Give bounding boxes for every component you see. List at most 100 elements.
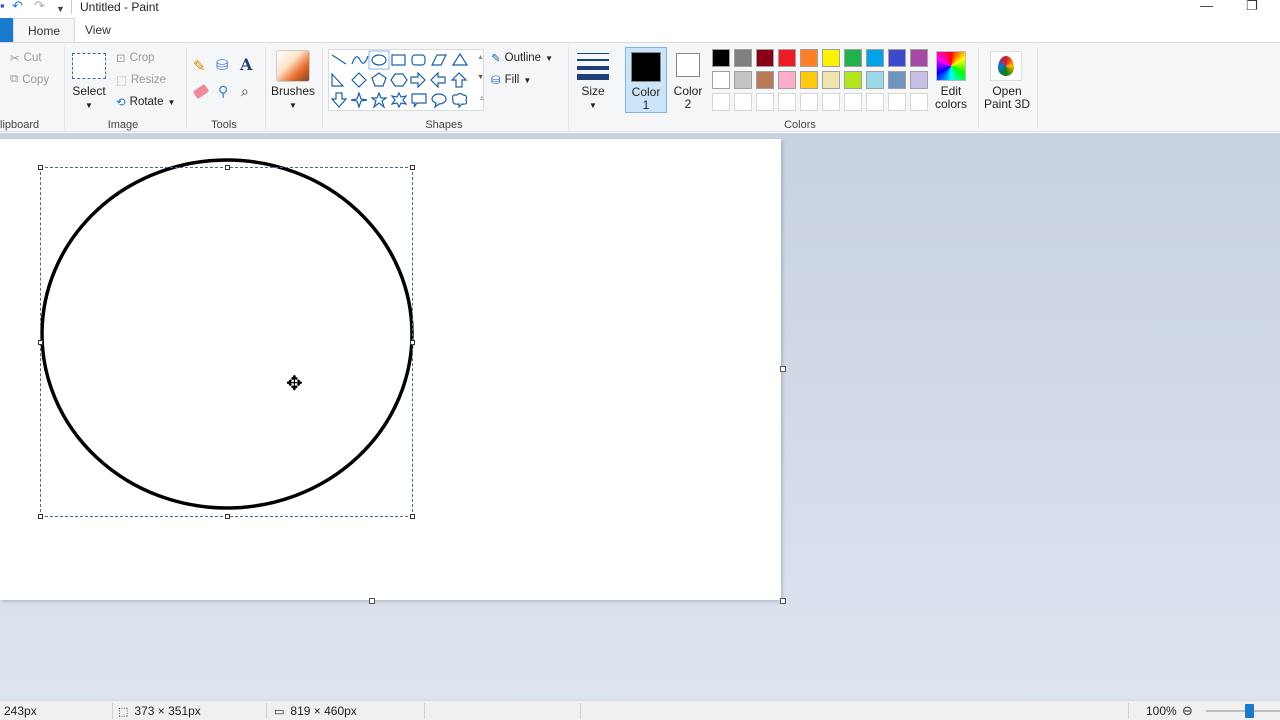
- palette-swatch[interactable]: [734, 71, 752, 89]
- canvas-resize-handle-right[interactable]: [780, 366, 786, 372]
- color-picker-icon[interactable]: ⚲: [218, 83, 228, 100]
- customize-quick-access-icon[interactable]: ▼: [56, 3, 65, 15]
- palette-swatch[interactable]: [822, 71, 840, 89]
- selection-handle-bottom[interactable]: [225, 514, 230, 519]
- palette-swatch[interactable]: [910, 71, 928, 89]
- palette-swatch[interactable]: [778, 49, 796, 67]
- ribbon-tabs: Home View: [0, 18, 1280, 43]
- minimize-button[interactable]: —: [1200, 0, 1213, 13]
- custom-color-slot[interactable]: [712, 93, 730, 111]
- select-button[interactable]: Select ▼: [70, 85, 108, 112]
- custom-color-slot[interactable]: [844, 93, 862, 111]
- cut-button[interactable]: ✂ Cut: [10, 51, 42, 65]
- magnifier-icon[interactable]: ⌕: [241, 83, 249, 100]
- resize-button[interactable]: ⬚ Resize: [116, 73, 166, 87]
- color2-button[interactable]: Color 2: [668, 85, 708, 111]
- fill-bucket-icon[interactable]: ⛁: [216, 56, 229, 74]
- copy-button[interactable]: ⧉ Copy: [10, 73, 49, 86]
- six-point-star-shape-icon: [390, 91, 408, 109]
- rotate-button[interactable]: ⟲ Rotate ▼: [116, 95, 175, 109]
- gallery-scroll-up-icon[interactable]: ▲: [477, 54, 484, 61]
- separator: [568, 47, 569, 129]
- palette-swatch[interactable]: [844, 71, 862, 89]
- brushes-icon[interactable]: [276, 50, 310, 82]
- zoom-out-icon[interactable]: ⊖: [1182, 703, 1193, 719]
- color2-swatch[interactable]: [676, 53, 700, 77]
- custom-color-slot[interactable]: [910, 93, 928, 111]
- palette-swatch[interactable]: [822, 49, 840, 67]
- paint-app-icon: ▪: [0, 0, 5, 13]
- palette-swatch[interactable]: [800, 49, 818, 67]
- fill-button[interactable]: ⛁ Fill ▼: [491, 73, 531, 87]
- palette-swatch[interactable]: [888, 71, 906, 89]
- outline-button[interactable]: ✎ Outline ▼: [491, 51, 553, 65]
- color1-button[interactable]: Color 1: [625, 47, 667, 113]
- custom-color-slot[interactable]: [756, 93, 774, 111]
- zoom-value: 100%: [1146, 704, 1177, 718]
- custom-color-slot[interactable]: [800, 93, 818, 111]
- custom-color-slot[interactable]: [888, 93, 906, 111]
- selection-rectangle[interactable]: [38, 165, 415, 519]
- edit-colors-button[interactable]: Edit colors: [928, 85, 974, 111]
- zoom-slider-thumb[interactable]: [1245, 704, 1254, 718]
- paint3d-icon[interactable]: [990, 51, 1022, 81]
- eraser-icon[interactable]: [192, 83, 210, 100]
- palette-swatch[interactable]: [778, 71, 796, 89]
- selection-handle-top-right[interactable]: [410, 165, 415, 170]
- gallery-expand-icon[interactable]: ⩡: [479, 94, 484, 104]
- palette-swatch[interactable]: [800, 71, 818, 89]
- move-cursor-icon: ✥: [286, 373, 303, 395]
- gallery-scroll-down-icon[interactable]: ▼: [477, 74, 484, 81]
- palette-swatch[interactable]: [712, 71, 730, 89]
- palette-swatch[interactable]: [756, 49, 774, 67]
- selection-handle-top-left[interactable]: [38, 165, 43, 170]
- outline-label: Outline: [504, 52, 542, 64]
- custom-color-slot[interactable]: [734, 93, 752, 111]
- size-button[interactable]: Size ▼: [576, 85, 610, 112]
- text-icon[interactable]: A: [240, 55, 252, 74]
- palette-swatch[interactable]: [844, 49, 862, 67]
- selection-handle-bottom-left[interactable]: [38, 514, 43, 519]
- tab-view[interactable]: View: [71, 18, 125, 42]
- canvas-size-value: 819 × 460px: [290, 704, 357, 718]
- palette-swatch[interactable]: [866, 71, 884, 89]
- palette-swatch[interactable]: [756, 71, 774, 89]
- tab-home[interactable]: Home: [13, 18, 76, 43]
- title-separator: [71, 0, 72, 14]
- edit-colors-icon[interactable]: [936, 51, 966, 81]
- canvas-resize-handle-bottom[interactable]: [369, 598, 375, 604]
- open-paint3d-button[interactable]: Open Paint 3D: [980, 85, 1034, 111]
- redo-icon[interactable]: ↷: [34, 0, 45, 12]
- custom-color-slot[interactable]: [822, 93, 840, 111]
- pencil-icon[interactable]: ✎: [193, 57, 206, 75]
- brushes-button[interactable]: Brushes ▼: [268, 85, 318, 112]
- copy-icon: ⧉: [10, 73, 19, 85]
- selection-handle-right[interactable]: [410, 340, 415, 345]
- palette-swatch[interactable]: [888, 49, 906, 67]
- cut-label: Cut: [23, 52, 42, 64]
- custom-color-slot[interactable]: [778, 93, 796, 111]
- selection-handle-bottom-right[interactable]: [410, 514, 415, 519]
- group-label-colors: Colors: [784, 119, 816, 131]
- size-icon[interactable]: [577, 51, 609, 81]
- group-label-image: Image: [107, 119, 139, 131]
- canvas-resize-handle-corner[interactable]: [780, 598, 786, 604]
- palette-swatch[interactable]: [866, 49, 884, 67]
- selection-handle-top[interactable]: [225, 165, 230, 170]
- triangle-shape-icon: [451, 52, 469, 66]
- undo-icon[interactable]: ↶: [12, 0, 23, 12]
- restore-button[interactable]: ❐: [1246, 0, 1258, 14]
- rounded-rectangle-shape-icon: [411, 54, 426, 66]
- crop-button[interactable]: ⊡ Crop: [116, 51, 155, 65]
- palette-swatch[interactable]: [734, 49, 752, 67]
- drawing-canvas[interactable]: ✥: [0, 139, 781, 600]
- zoom-slider-track[interactable]: [1206, 710, 1280, 712]
- selection-handle-left[interactable]: [38, 340, 43, 345]
- color1-swatch: [631, 52, 661, 82]
- palette-swatch[interactable]: [712, 49, 730, 67]
- file-menu-button[interactable]: [0, 18, 13, 42]
- select-icon[interactable]: [72, 53, 106, 79]
- color2-label: Color: [673, 84, 703, 98]
- palette-swatch[interactable]: [910, 49, 928, 67]
- custom-color-slot[interactable]: [866, 93, 884, 111]
